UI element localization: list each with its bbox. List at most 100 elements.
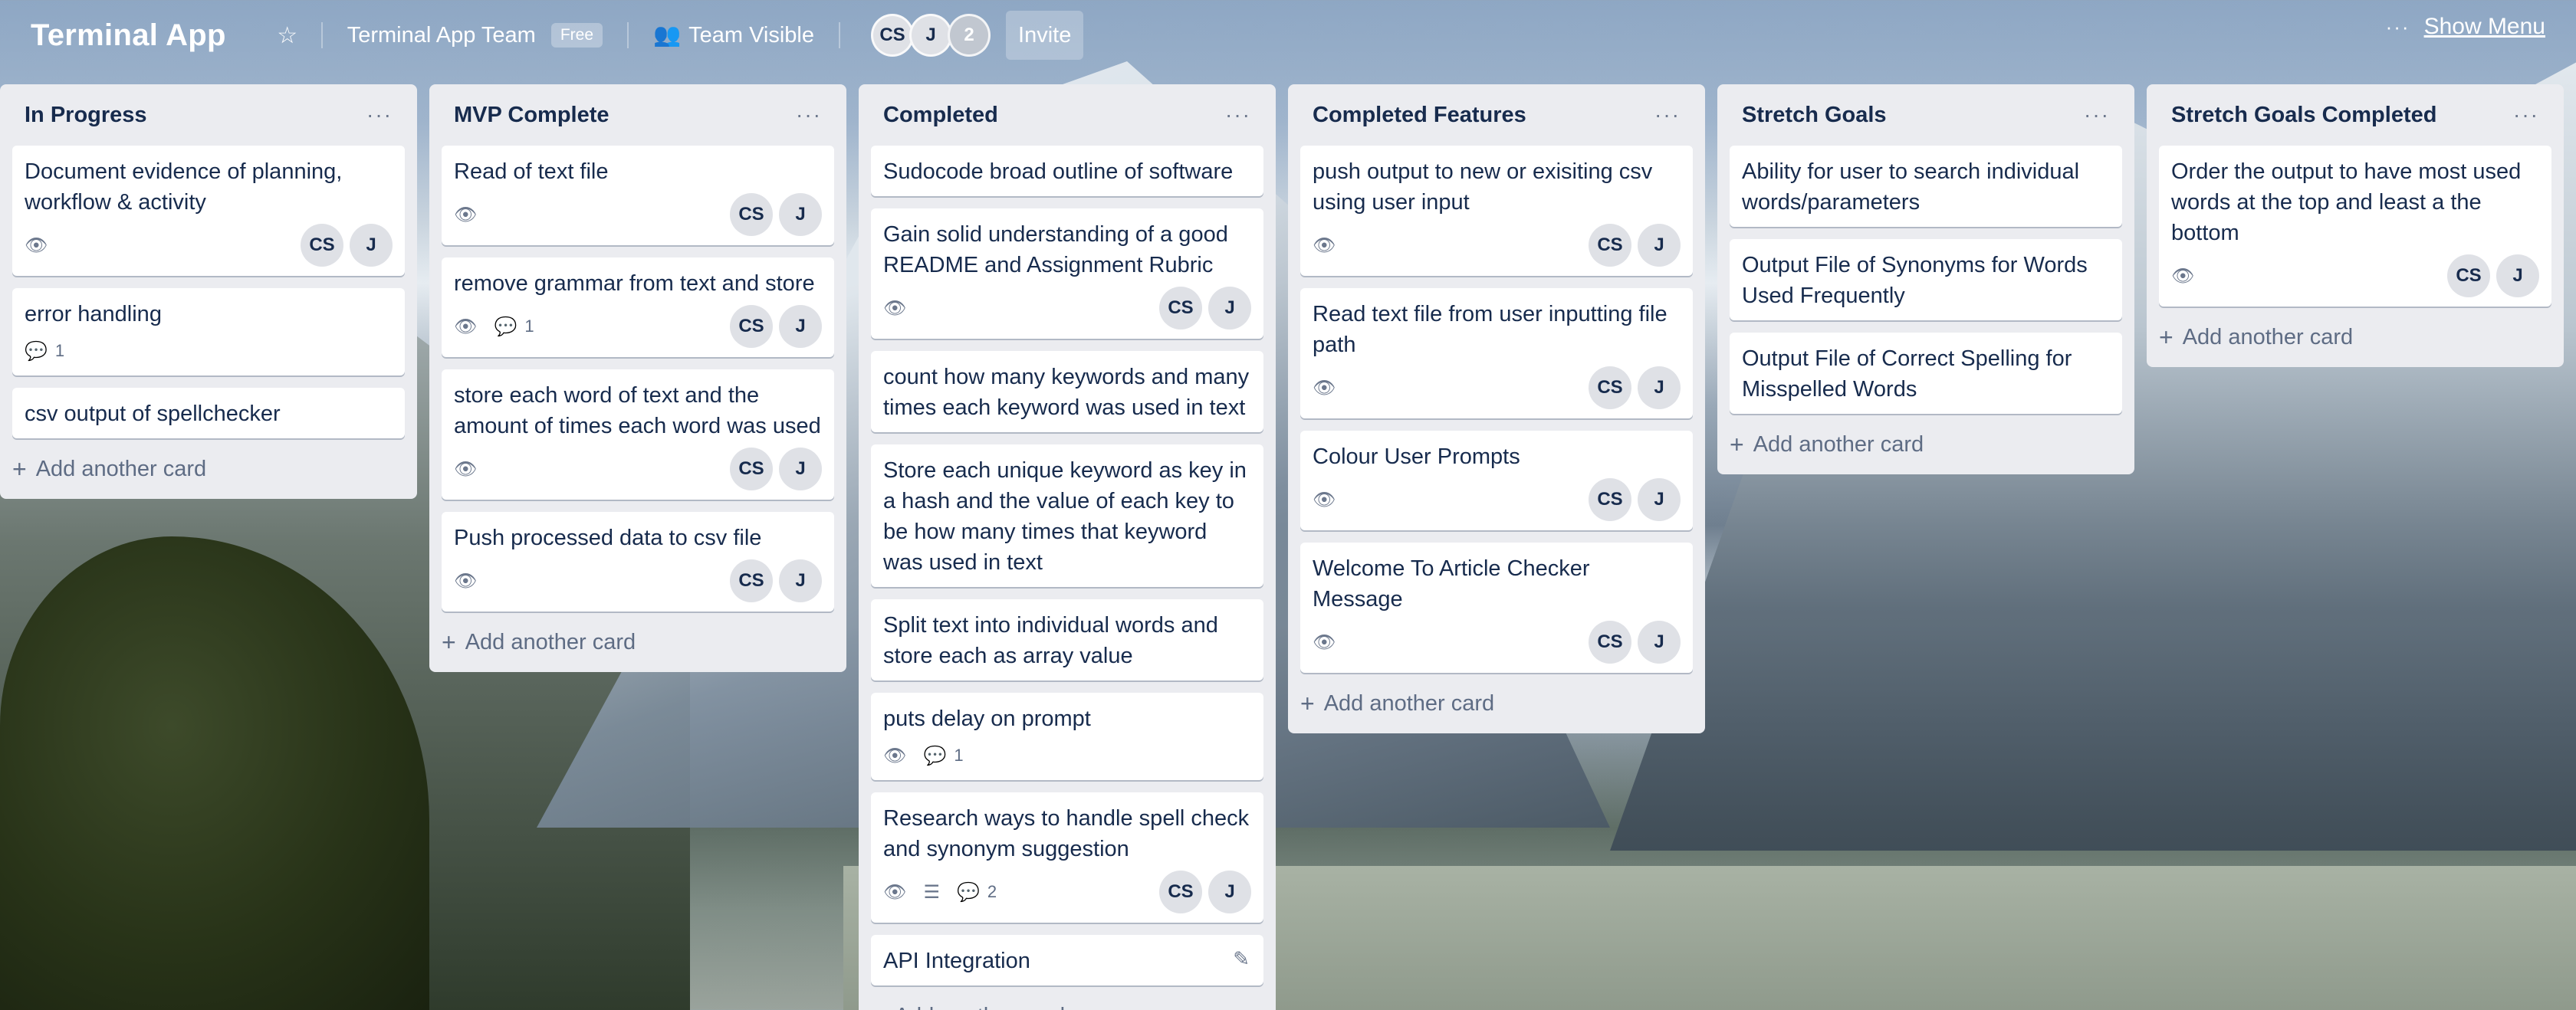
card[interactable]: Welcome To Article Checker Message 👁 CS J (1300, 543, 1693, 673)
list-title[interactable]: Completed (883, 103, 998, 128)
avatar[interactable]: J (1638, 224, 1681, 267)
eye-icon: 👁 (454, 316, 478, 337)
avatar[interactable]: CS (301, 224, 343, 267)
add-card-label: Add another card (2182, 325, 2354, 349)
card[interactable]: Order the output to have most used words… (2159, 146, 2551, 307)
invite-button[interactable]: Invite (1006, 11, 1084, 60)
card[interactable]: push output to new or exisiting csv usin… (1300, 146, 1693, 276)
eye-icon: 👁 (1313, 631, 1336, 653)
divider (839, 22, 841, 48)
card[interactable]: Sudocode broad outline of software (871, 146, 1263, 196)
avatar[interactable]: J (1638, 621, 1681, 664)
add-card-button[interactable]: + Add another card (442, 624, 834, 663)
avatar[interactable]: J (1638, 366, 1681, 409)
card[interactable]: store each word of text and the amount o… (442, 369, 834, 500)
eye-icon: 👁 (454, 458, 478, 480)
card[interactable]: Push processed data to csv file 👁 CS J (442, 512, 834, 612)
board-title[interactable]: Terminal App (31, 18, 226, 53)
avatar[interactable]: CS (871, 14, 915, 57)
list-menu-icon[interactable]: ··· (1654, 104, 1681, 126)
plus-icon: + (442, 628, 456, 656)
divider (320, 22, 323, 48)
comment-icon: 💬 (923, 745, 947, 766)
list-completed-features: Completed Features ··· push output to new … (1288, 84, 1705, 733)
list-menu-icon[interactable]: ··· (796, 104, 822, 126)
plus-icon: + (871, 1002, 886, 1010)
card[interactable]: Read text file from user inputting file … (1300, 288, 1693, 418)
avatar[interactable]: J (909, 14, 953, 57)
star-icon[interactable]: ☆ (266, 14, 309, 57)
comment-count: 1 (524, 316, 534, 336)
card-title: Split text into individual words and sto… (883, 613, 1218, 668)
show-menu-button[interactable]: ··· Show Menu (2386, 14, 2545, 40)
card[interactable]: puts delay on prompt 👁 💬 1 (871, 693, 1263, 780)
list-title[interactable]: Completed Features (1313, 103, 1526, 128)
card[interactable]: Output File of Correct Spelling for Miss… (1730, 333, 2122, 414)
list-menu-icon[interactable]: ··· (1225, 104, 1251, 126)
badge-row: 👁 (1313, 234, 1336, 257)
board-members: CS J 2 (871, 14, 991, 57)
card-title: Read text file from user inputting file … (1313, 302, 1668, 357)
add-card-button[interactable]: + Add another card (1730, 426, 2122, 465)
avatar[interactable]: J (350, 224, 393, 267)
avatar[interactable]: J (1208, 871, 1251, 913)
list-menu-icon[interactable]: ··· (2513, 104, 2539, 126)
card[interactable]: Colour User Prompts 👁 CS J (1300, 431, 1693, 530)
badge-row: 👁 (1313, 489, 1336, 511)
add-card-button[interactable]: + Add another card (2159, 319, 2551, 358)
badge-row: 👁 (454, 570, 477, 592)
card-title: Push processed data to csv file (454, 526, 762, 550)
list-title[interactable]: Stretch Goals (1742, 103, 1887, 128)
avatar[interactable]: CS (1589, 224, 1631, 267)
avatar[interactable]: J (1208, 287, 1251, 330)
card[interactable]: API Integration ✎ (871, 935, 1263, 985)
member-count-badge[interactable]: 2 (948, 14, 991, 57)
avatar[interactable]: CS (1589, 366, 1631, 409)
card[interactable]: Ability for user to search individual wo… (1730, 146, 2122, 227)
card[interactable]: count how many keywords and many times e… (871, 351, 1263, 432)
add-card-button[interactable]: + Add another card (12, 451, 405, 490)
card[interactable]: error handling 💬 1 (12, 288, 405, 375)
avatar[interactable]: CS (730, 559, 773, 602)
list-menu-icon[interactable]: ··· (2084, 104, 2110, 126)
avatar[interactable]: J (779, 448, 822, 490)
card-members: CS J (1589, 224, 1681, 267)
card[interactable]: Research ways to handle spell check and … (871, 792, 1263, 923)
avatar[interactable]: CS (730, 448, 773, 490)
avatar[interactable]: J (779, 193, 822, 236)
card[interactable]: Gain solid understanding of a good READM… (871, 208, 1263, 339)
pencil-icon[interactable]: ✎ (1233, 947, 1250, 971)
list-title[interactable]: Stretch Goals Completed (2171, 103, 2436, 128)
list-title[interactable]: MVP Complete (454, 103, 610, 128)
card-title: Store each unique keyword as key in a ha… (883, 458, 1247, 575)
card[interactable]: remove grammar from text and store 👁 💬 1 CS J (442, 257, 834, 357)
card[interactable]: Split text into individual words and sto… (871, 599, 1263, 680)
avatar[interactable]: CS (1589, 621, 1631, 664)
avatar[interactable]: J (779, 559, 822, 602)
avatar[interactable]: J (2496, 254, 2539, 297)
add-card-button[interactable]: + Add another card (871, 998, 1263, 1010)
card[interactable]: csv output of spellchecker (12, 388, 405, 438)
card[interactable]: Output File of Synonyms for Words Used F… (1730, 239, 2122, 320)
card[interactable]: Store each unique keyword as key in a ha… (871, 444, 1263, 587)
avatar[interactable]: CS (730, 305, 773, 348)
avatar[interactable]: J (1638, 478, 1681, 521)
avatar[interactable]: CS (1159, 287, 1202, 330)
add-card-label: Add another card (35, 457, 207, 481)
card[interactable]: Read of text file 👁 CS J (442, 146, 834, 245)
list-title[interactable]: In Progress (25, 103, 147, 128)
avatar[interactable]: CS (1159, 871, 1202, 913)
list-menu-icon[interactable]: ··· (366, 104, 393, 126)
card[interactable]: Document evidence of planning, workflow … (12, 146, 405, 276)
board-header: Terminal App ☆ Terminal App Team Free 👥 … (0, 0, 2576, 71)
badge-row: 👁 (454, 204, 477, 226)
avatar[interactable]: CS (2447, 254, 2490, 297)
avatar[interactable]: CS (1589, 478, 1631, 521)
team-button[interactable]: Terminal App Team Free (335, 14, 615, 57)
list-stretch-goals-completed: Stretch Goals Completed ··· Order the outp… (2147, 84, 2564, 367)
comment-icon: 💬 (956, 881, 980, 903)
avatar[interactable]: J (779, 305, 822, 348)
visibility-button[interactable]: 👥 Team Visible (641, 14, 826, 57)
avatar[interactable]: CS (730, 193, 773, 236)
add-card-button[interactable]: + Add another card (1300, 685, 1693, 724)
